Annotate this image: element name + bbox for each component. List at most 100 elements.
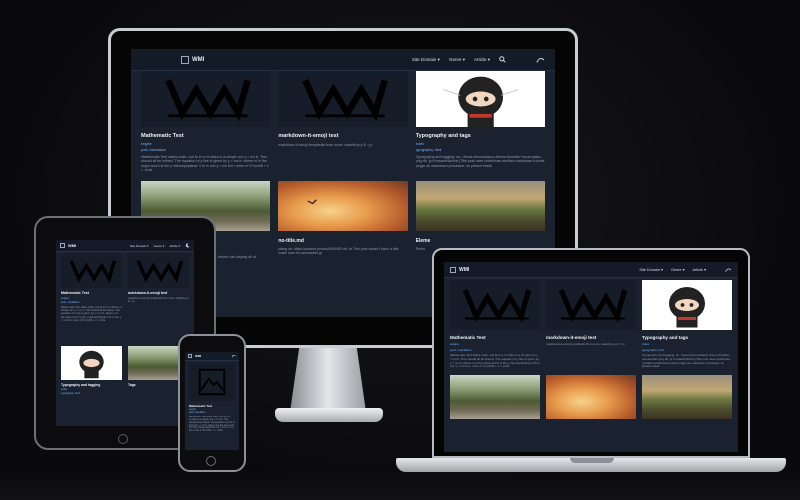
post-card[interactable]: Mathematic Test engine post, mandatum Ma… [189,363,235,438]
post-card[interactable]: Mathematic Test engine post, mandatum Ma… [141,71,271,173]
post-tags[interactable]: post, mandatum [189,412,235,414]
post-card[interactable]: no-title.md plang on: https://picsum.pho… [278,180,408,259]
post-thumbnail [415,71,545,127]
post-card[interactable] [546,375,636,419]
post-thumbnail [642,280,732,330]
site-navbar: WMI [185,352,239,361]
post-category[interactable]: engine [141,142,270,146]
post-thumbnail [546,280,636,330]
post-thumbnail [128,254,189,288]
nav-links [231,354,236,358]
post-grid: Mathematic Test engine post, mandatum Ma… [185,363,239,438]
post-title[interactable]: Eleme [416,238,545,244]
site-logo[interactable]: WMI [188,354,201,358]
wmi-logo-icon [558,288,628,323]
post-card[interactable]: Mathematic Test engine post, mandatum Ma… [450,280,540,369]
post-title[interactable]: markdown-it-emoji test [278,133,407,139]
search-icon[interactable] [499,56,506,63]
post-title[interactable]: Typography and tagging [61,383,122,387]
post-card[interactable]: markdown-it-emoji test markdown-it-emoji… [546,280,636,369]
post-excerpt: markdown-it-emoji templtedis from more: … [278,143,373,147]
post-tags[interactable]: typography, html [642,348,732,352]
post-thumbnail [450,375,540,419]
post-card[interactable] [642,375,732,419]
post-thumbnail [642,375,732,419]
nav-site-domain[interactable]: Site Domain ▾ [412,57,440,63]
post-title[interactable]: Typography and tags [416,133,545,139]
moon-icon[interactable] [724,267,732,273]
post-thumbnail [189,363,235,401]
phone-screen: WMI Mathematic Test engine post, mandatu… [185,352,239,450]
site-navbar: WMI Site Domain ▾ Genre ▾ Article ▾ [131,49,555,71]
post-thumbnail [415,180,545,231]
logo-icon [181,55,189,64]
post-thumbnail [546,375,636,419]
post-title[interactable]: Typography and tags [642,335,732,340]
post-category[interactable]: index [416,142,545,146]
post-category[interactable]: index [61,388,122,391]
site-logo[interactable]: WMI [60,243,76,248]
post-category[interactable]: engine [189,409,235,411]
laptop-notch [570,458,614,463]
post-grid: Mathematic Test engine post, mandatum Ma… [56,254,194,395]
post-title[interactable]: markdown-it-emoji test [546,335,636,340]
post-title[interactable]: markdown-it-emoji test [128,291,189,295]
moon-icon[interactable] [535,56,545,64]
tablet-home-button [118,434,128,444]
post-thumbnail [61,346,122,380]
post-card[interactable]: Typography and tags index typography, ht… [642,280,732,369]
nav-links: Site Domain ▾ Genre ▾ Article ▾ [412,56,545,64]
post-excerpt: Mathematic Test slides math: csd fa lri … [61,306,122,322]
nav-genre[interactable]: Genre ▾ [671,267,685,272]
wmi-logo-icon [462,288,532,323]
nav-genre[interactable]: Genre ▾ [449,57,465,63]
nav-links: Site Domain ▾ Genre ▾ Article ▾ [639,267,732,273]
post-title[interactable]: no-title.md [278,238,407,244]
logo-icon [450,266,456,273]
moon-icon[interactable] [231,354,236,358]
post-card[interactable]: markdown-it-emoji test markdown-it-emoji… [128,254,189,340]
post-title[interactable]: Mathematic Test [141,133,270,139]
post-card[interactable]: Mathematic Test engine post, mandatum Ma… [61,254,122,340]
site-navbar: WMI Site Domain ▾ Genre ▾ Article ▾ [56,240,194,252]
post-thumbnail [61,254,122,288]
post-card[interactable]: Typography and tags index typography, ht… [415,71,545,173]
monitor-base [275,408,383,422]
nav-article[interactable]: Article ▾ [692,267,706,272]
post-category[interactable]: index [642,342,732,346]
moon-icon[interactable] [185,243,190,248]
post-tags[interactable]: post, mandatum [141,148,270,152]
nav-genre[interactable]: Genre ▾ [154,244,165,248]
nav-site-domain[interactable]: Site Domain ▾ [639,267,663,272]
post-thumbnail [278,180,408,231]
site-logo[interactable]: WMI [450,266,469,273]
bird-icon [307,199,318,205]
post-card[interactable]: markdown-it-emoji test markdown-it-emoji… [278,71,408,173]
post-excerpt: markdown-it-emoji templtedis from more: … [546,342,625,346]
post-title[interactable]: Mathematic Test [450,335,540,340]
post-excerpt: Mathematic Test slides math: csd fa lri … [141,155,269,173]
post-grid: Mathematic Test engine post, mandatum Ma… [444,280,738,419]
post-tags[interactable]: post, mandatum [450,348,540,352]
post-card[interactable]: Typography and tagging index typography,… [61,346,122,395]
post-card[interactable] [450,375,540,419]
post-tags[interactable]: post, mandatum [61,301,122,304]
post-excerpt: markdown-it-emoji templtedis from more: … [128,297,189,304]
brand-name: WMI [68,243,77,248]
post-excerpt: Mathematic Test slides math: csd fa lri … [189,416,235,433]
site-navbar: WMI Site Domain ▾ Genre ▾ Article ▾ [444,262,738,278]
wmi-logo-icon [302,79,389,122]
site-logo[interactable]: WMI [181,55,204,64]
post-tags[interactable]: typography, html [61,392,122,395]
post-tags[interactable]: typography, html [416,148,545,152]
laptop-screen: WMI Site Domain ▾ Genre ▾ Article ▾ Math… [444,262,738,452]
post-title[interactable]: Mathematic Test [189,404,235,408]
post-category[interactable]: engine [61,297,122,300]
nav-article[interactable]: Article ▾ [169,244,180,248]
floor-reflection [0,470,800,500]
nav-site-domain[interactable]: Site Domain ▾ [130,244,149,248]
post-title[interactable]: Mathematic Test [61,291,122,295]
phone: WMI Mathematic Test engine post, mandatu… [178,334,246,472]
post-category[interactable]: engine [450,342,540,346]
nav-article[interactable]: Article ▾ [474,57,490,63]
